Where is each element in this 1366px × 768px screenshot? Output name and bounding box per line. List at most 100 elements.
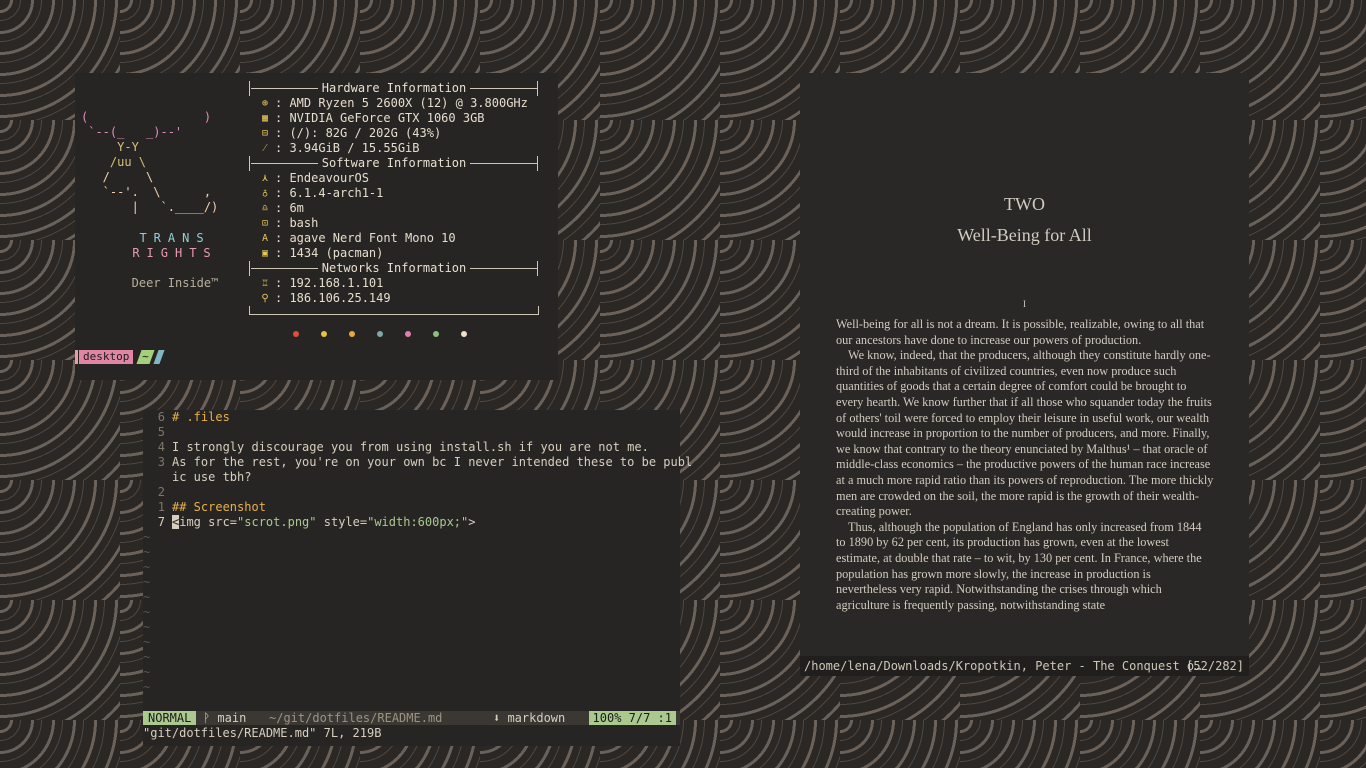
info-value: 6.1.4-arch1-1 [289, 186, 384, 200]
ascii-line: /uu \ [81, 155, 147, 169]
info-value: bash [289, 216, 319, 230]
prompt-workspace: desktop [79, 350, 134, 364]
line-text: <img src="scrot.png" style="width:600px;… [172, 515, 476, 529]
editor-line[interactable]: 2 [143, 485, 680, 500]
info-row: ⊡: bash [261, 216, 319, 230]
empty-line-marker: ~ [143, 605, 151, 619]
cpu-icon: ⊕ [261, 98, 269, 109]
empty-line-marker: ~ [143, 530, 151, 544]
empty-line-marker: ~ [143, 590, 151, 604]
editor-line[interactable]: 1 ## Screenshot [143, 500, 680, 515]
line-number: 2 [157, 485, 165, 499]
memory-icon: ⁄ [264, 143, 266, 154]
chapter-title: Well-Being for All [957, 225, 1092, 245]
public-ip-icon: ⚲ [261, 293, 269, 304]
shell-icon: ⊡ [261, 218, 269, 229]
nvim-editor-window[interactable]: 6 # .files 5 4 I strongly discourage you fro… [143, 410, 692, 746]
chapter-number: TWO [1004, 194, 1045, 214]
info-value: 192.168.1.101 [289, 276, 384, 290]
palette-dot [293, 331, 299, 337]
prompt-end-segment [153, 350, 165, 364]
empty-line-marker: ~ [143, 575, 151, 589]
info-row: ♖: 192.168.1.101 [261, 276, 384, 290]
editor-line[interactable]: 7 <img src="scrot.png" style="width:600px… [143, 515, 680, 530]
editor-line[interactable]: 3 As for the rest, you're on your own bc … [143, 455, 692, 470]
empty-line-marker: ~ [143, 545, 151, 559]
section-mark: I [1023, 299, 1026, 309]
info-value: EndeavourOS [289, 171, 369, 185]
line-number: 4 [157, 440, 165, 454]
paragraph: Thus, although the population of England… [836, 519, 1202, 612]
palette-dot [377, 331, 383, 337]
trans-text-line1: TRANS [139, 231, 211, 245]
info-value: 186.106.25.149 [289, 291, 391, 305]
info-row: ⚲: 186.106.25.149 [261, 291, 391, 305]
editor-line[interactable]: 4 I strongly discourage you from using in… [143, 440, 680, 455]
info-row: ⊟: (/): 82G / 202G (43%) [261, 126, 442, 140]
info-row: ▣: 1434 (pacman) [261, 246, 384, 260]
file-path: ~/git/dotfiles/README.md [269, 711, 443, 725]
filetype-indicator: ⬇ markdown [493, 711, 566, 725]
empty-line-marker: ~ [143, 665, 151, 679]
info-row: ⋏: EndeavourOS [261, 171, 369, 185]
nvim-statusline: NORMAL ᚹ main ~/git/dotfiles/README.md ⬇… [143, 711, 680, 725]
document-page[interactable]: TWO Well-Being for All I Well-being for … [800, 73, 1249, 656]
info-row: A: agave Nerd Font Mono 10 [261, 231, 456, 245]
info-row: ⊕: AMD Ryzen 5 2600X (12) @ 3.800GHz [261, 96, 528, 110]
info-value: (/): 82G / 202G (43%) [289, 126, 442, 140]
packages-icon: ▣ [261, 248, 269, 259]
line-text: As for the rest, you're on your own bc I… [172, 455, 693, 469]
nvim-command-line[interactable]: "git/dotfiles/README.md" 7L, 219B [143, 726, 381, 741]
section-header: Networks Information [249, 261, 539, 276]
ascii-line: Y-Y [81, 140, 139, 154]
section-header: Software Information [249, 156, 539, 171]
line-text: ## Screenshot [172, 500, 266, 514]
empty-line-marker: ~ [143, 650, 151, 664]
kernel-icon: ♁ [261, 188, 269, 199]
empty-line-marker: ~ [143, 680, 151, 694]
body-text: Well-being for all is not a dream. It is… [836, 317, 1214, 613]
distro-icon: ⋏ [261, 173, 269, 184]
palette-dot [433, 331, 439, 337]
palette-dot [461, 331, 467, 337]
info-value: agave Nerd Font Mono 10 [289, 231, 456, 245]
page-indicator: [52/282] [1186, 659, 1244, 673]
color-palette [293, 322, 489, 337]
empty-line-marker: ~ [143, 620, 151, 634]
deer-tagline: Deer Inside™ [131, 276, 219, 290]
editor-line[interactable]: 6 # .files [143, 410, 680, 425]
trans-text-line2: RIGHTS [132, 246, 218, 260]
line-number: 3 [157, 455, 165, 469]
local-ip-icon: ♖ [261, 278, 269, 289]
line-text: I strongly discourage you from using ins… [172, 440, 649, 454]
font-icon: A [261, 233, 269, 244]
info-row: ▦: NVIDIA GeForce GTX 1060 3GB [261, 111, 485, 125]
ascii-line: `--(_ _)--' [81, 125, 183, 139]
info-value: 3.94GiB / 15.55GiB [289, 141, 420, 155]
disk-icon: ⊟ [261, 128, 269, 139]
empty-line-marker: ~ [143, 560, 151, 574]
uptime-icon: ♎ [261, 203, 269, 214]
info-value: 1434 (pacman) [289, 246, 384, 260]
cursor-position: 100% 7/7 :1 [588, 711, 676, 725]
editor-buffer[interactable]: 6 # .files 5 4 I strongly discourage you fro… [143, 410, 692, 695]
line-number: 6 [157, 410, 165, 424]
section-title: Networks Information [317, 261, 471, 276]
palette-dot [349, 331, 355, 337]
gpu-icon: ▦ [261, 113, 269, 124]
editor-line[interactable]: 5 [143, 425, 680, 440]
reader-statusbar: /home/lena/Downloads/Kropotkin, Peter - … [800, 656, 1249, 676]
system-info-panel: Hardware Information ⊕: AMD Ryzen 5 2600X… [249, 81, 539, 315]
line-number: 1 [157, 500, 165, 514]
info-value: NVIDIA GeForce GTX 1060 3GB [289, 111, 485, 125]
info-value: AMD Ryzen 5 2600X (12) @ 3.800GHz [289, 96, 528, 110]
fetch-terminal-window[interactable]: ( ) `--(_ _)--' Y-Y /uu \ / \ `--'. \ , … [75, 73, 558, 380]
git-branch: ᚹ main [203, 711, 247, 725]
pdf-reader-window[interactable]: TWO Well-Being for All I Well-being for … [800, 73, 1249, 676]
line-text: ic use tbh? [172, 470, 252, 484]
editor-line[interactable]: ic use tbh? [143, 470, 680, 485]
paragraph: We know, indeed, that the producers, alt… [836, 348, 1214, 519]
line-number: 5 [157, 425, 165, 439]
section-title: Hardware Information [317, 81, 471, 96]
mode-indicator: NORMAL [143, 711, 197, 725]
